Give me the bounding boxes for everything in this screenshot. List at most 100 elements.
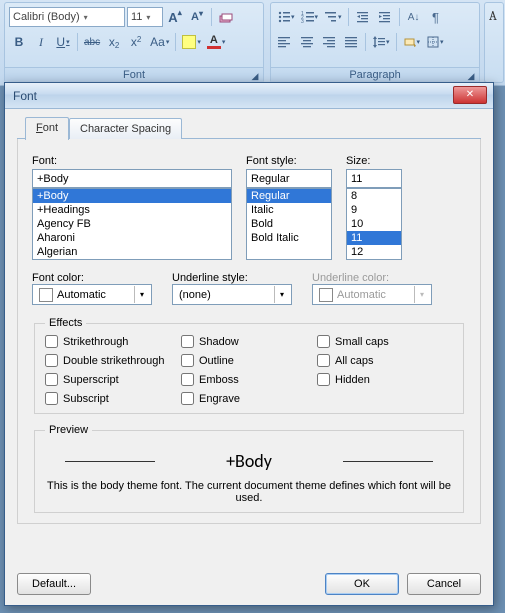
align-right-button[interactable] — [319, 32, 339, 52]
decrease-indent-button[interactable] — [353, 7, 373, 27]
list-item[interactable]: Agency FB — [33, 217, 231, 231]
multilevel-list-button[interactable]: ▾ — [322, 7, 344, 27]
ribbon: Calibri (Body) ▾ 11 ▾ A▴ A▾ B I U▾ abc x… — [0, 0, 505, 86]
close-button[interactable]: ✕ — [453, 86, 487, 104]
default-button[interactable]: Default... — [17, 573, 91, 595]
list-item[interactable]: +Headings — [33, 203, 231, 217]
font-style-input[interactable] — [246, 169, 332, 188]
list-item[interactable]: +Body — [33, 189, 231, 203]
font-input[interactable] — [32, 169, 232, 188]
checkbox[interactable] — [45, 354, 58, 367]
label-size: Size: — [346, 155, 402, 167]
highlight-button[interactable]: ▾ — [180, 32, 203, 52]
list-item[interactable]: Italic — [247, 203, 331, 217]
align-center-button[interactable] — [297, 32, 317, 52]
list-item[interactable]: Regular — [247, 189, 331, 203]
preview-group: Preview +Body This is the body theme fon… — [34, 424, 464, 513]
effect-outline[interactable]: Outline — [181, 354, 317, 367]
color-swatch-icon — [319, 288, 333, 302]
font-name-combo[interactable]: Calibri (Body) ▾ — [9, 7, 125, 27]
effect-small-caps[interactable]: Small caps — [317, 335, 453, 348]
font-color-button[interactable]: A▾ — [205, 32, 228, 52]
chevron-down-icon: ▾ — [84, 13, 88, 22]
tab-character-spacing[interactable]: Character Spacing — [69, 118, 182, 139]
tab-panel-font: Font: +Body+HeadingsAgency FBAharoniAlge… — [17, 139, 481, 524]
bullets-button[interactable]: ▾ — [275, 7, 297, 27]
justify-button[interactable] — [341, 32, 361, 52]
linespacing-icon — [372, 35, 386, 49]
font-color-dropdown[interactable]: Automatic ▾ — [32, 284, 152, 305]
font-dialog-launcher[interactable]: ◢ — [249, 69, 261, 81]
underline-button[interactable]: U▾ — [53, 32, 73, 52]
effect-shadow[interactable]: Shadow — [181, 335, 317, 348]
italic-button[interactable]: I — [31, 32, 51, 52]
list-item[interactable]: Bold Italic — [247, 231, 331, 245]
list-item[interactable]: 8 — [347, 189, 401, 203]
effect-double-strikethrough[interactable]: Double strikethrough — [45, 354, 181, 367]
font-size-combo[interactable]: 11 ▾ — [127, 7, 163, 27]
increase-indent-button[interactable] — [375, 7, 395, 27]
color-swatch-icon — [39, 288, 53, 302]
ok-button[interactable]: OK — [325, 573, 399, 595]
shading-button[interactable]: ▾ — [401, 32, 423, 52]
checkbox[interactable] — [317, 335, 330, 348]
shrink-font-button[interactable]: A▾ — [187, 7, 207, 27]
effect-strikethrough[interactable]: Strikethrough — [45, 335, 181, 348]
list-item[interactable]: Algerian — [33, 245, 231, 259]
list-item[interactable]: 11 — [347, 231, 401, 245]
effect-hidden[interactable]: Hidden — [317, 373, 453, 386]
list-item[interactable]: Bold — [247, 217, 331, 231]
grow-font-button[interactable]: A▴ — [165, 7, 185, 27]
dialog-titlebar[interactable]: Font ✕ — [5, 83, 493, 109]
preview-description: This is the body theme font. The current… — [45, 480, 453, 504]
separator — [365, 33, 366, 51]
checkbox[interactable] — [181, 373, 194, 386]
font-style-listbox[interactable]: RegularItalicBoldBold Italic — [246, 188, 332, 260]
checkbox[interactable] — [45, 373, 58, 386]
checkbox[interactable] — [45, 335, 58, 348]
font-name-value: Calibri (Body) — [13, 11, 80, 23]
superscript-button[interactable]: x2 — [126, 32, 146, 52]
checkbox[interactable] — [181, 335, 194, 348]
line-spacing-button[interactable]: ▾ — [370, 32, 392, 52]
effect-engrave[interactable]: Engrave — [181, 392, 317, 405]
separator — [396, 33, 397, 51]
list-item[interactable]: Aharoni — [33, 231, 231, 245]
numbering-button[interactable]: 123▾ — [299, 7, 321, 27]
tab-font[interactable]: Font — [25, 117, 69, 140]
checkbox[interactable] — [181, 392, 194, 405]
bold-button[interactable]: B — [9, 32, 29, 52]
list-item[interactable]: 10 — [347, 217, 401, 231]
label-underline-style: Underline style: — [172, 272, 248, 284]
underline-style-dropdown[interactable]: (none) ▾ — [172, 284, 292, 305]
align-left-button[interactable] — [275, 32, 295, 52]
label-font-style: Font style: — [246, 155, 332, 167]
borders-button[interactable]: ▾ — [424, 32, 446, 52]
subscript-button[interactable]: x2 — [104, 32, 124, 52]
separator — [175, 33, 176, 51]
size-listbox[interactable]: 89101112 — [346, 188, 402, 260]
list-item[interactable]: 12 — [347, 245, 401, 259]
effect-superscript[interactable]: Superscript — [45, 373, 181, 386]
checkbox[interactable] — [317, 354, 330, 367]
list-item[interactable]: 9 — [347, 203, 401, 217]
paragraph-dialog-launcher[interactable]: ◢ — [465, 69, 477, 81]
chevron-down-icon: ▾ — [274, 286, 289, 303]
paint-bucket-icon — [403, 35, 417, 49]
checkbox[interactable] — [181, 354, 194, 367]
sort-button[interactable]: A↓ — [404, 7, 424, 27]
font-listbox[interactable]: +Body+HeadingsAgency FBAharoniAlgerian — [32, 188, 232, 260]
show-marks-button[interactable]: ¶ — [426, 7, 446, 27]
ribbon-group-paragraph: ▾ 123▾ ▾ A↓ ¶ ▾ ▾ ▾ Paragraph ◢ — [270, 2, 480, 83]
change-case-button[interactable]: Aa▾ — [148, 32, 171, 52]
effect-all-caps[interactable]: All caps — [317, 354, 453, 367]
size-input[interactable] — [346, 169, 402, 188]
checkbox[interactable] — [45, 392, 58, 405]
checkbox[interactable] — [317, 373, 330, 386]
numbering-icon: 123 — [301, 10, 315, 24]
cancel-button[interactable]: Cancel — [407, 573, 481, 595]
effect-emboss[interactable]: Emboss — [181, 373, 317, 386]
strikethrough-button[interactable]: abc — [82, 32, 102, 52]
clear-formatting-button[interactable] — [216, 7, 236, 27]
effect-subscript[interactable]: Subscript — [45, 392, 181, 405]
